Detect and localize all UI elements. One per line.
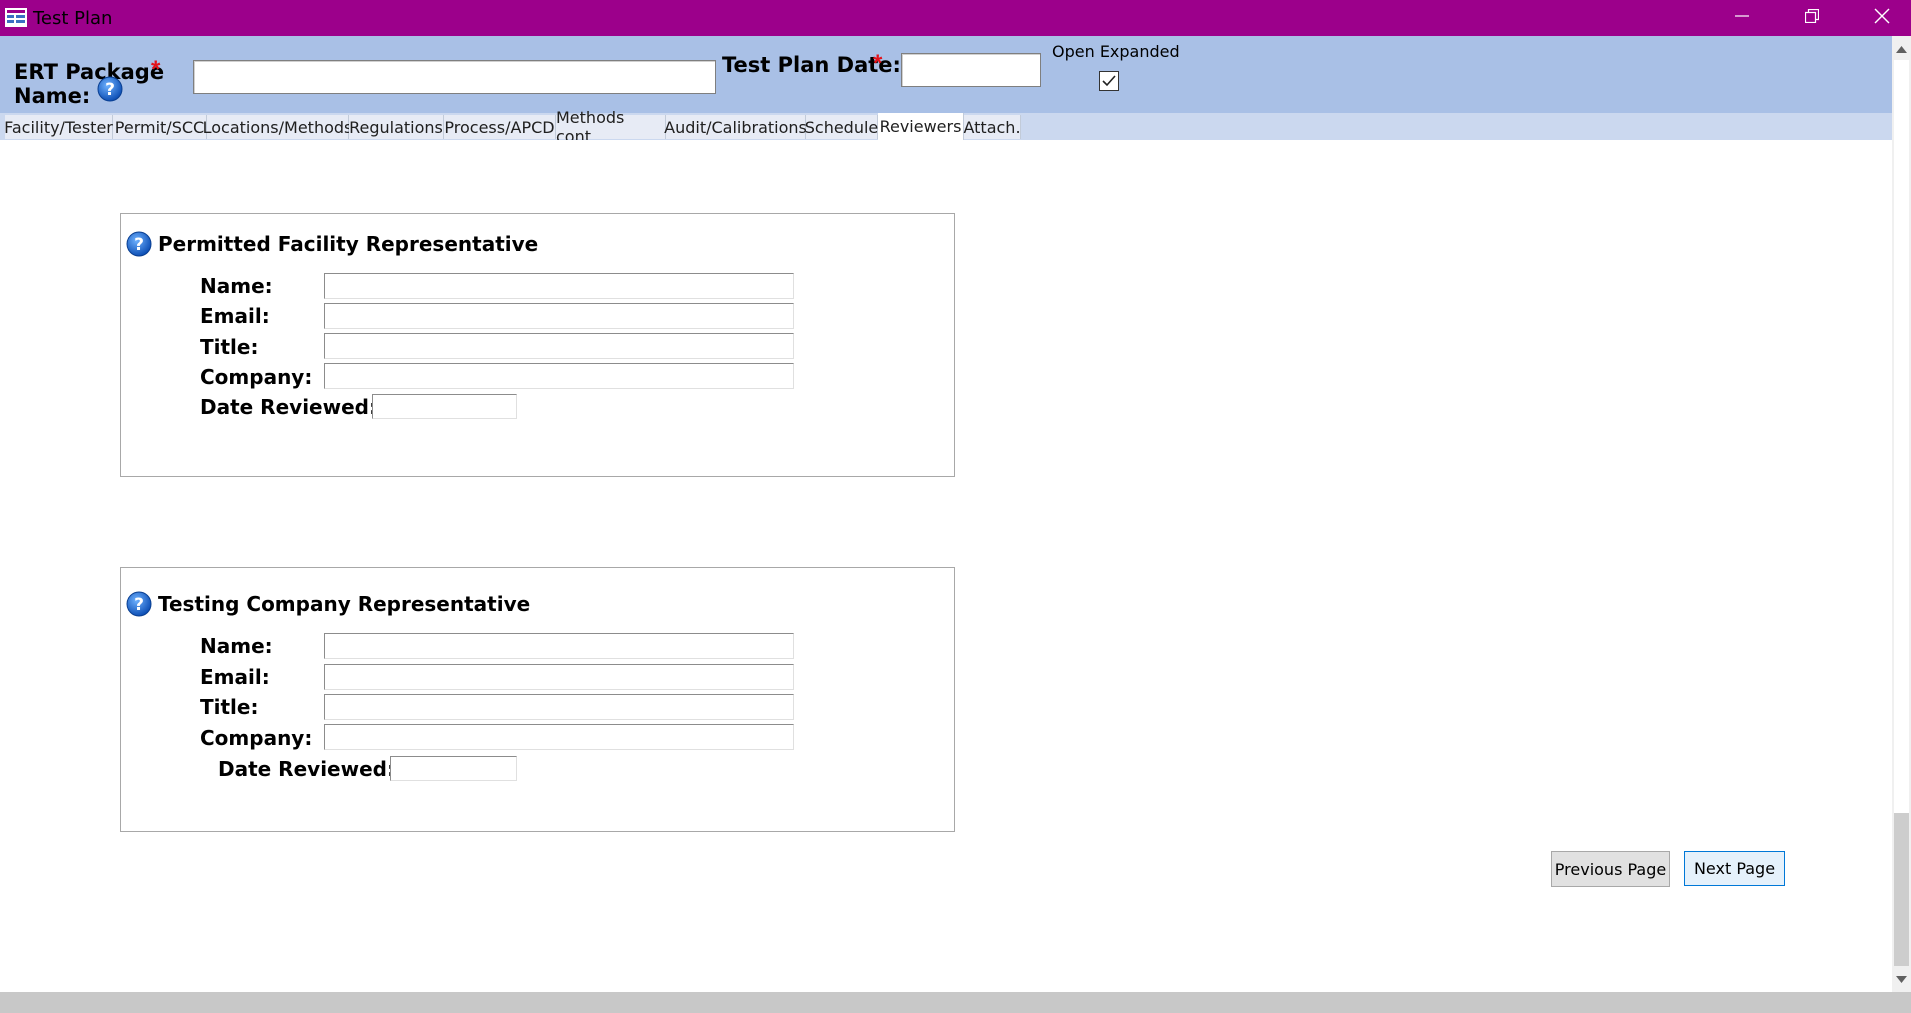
tab-attach[interactable]: Attach. — [963, 115, 1021, 139]
facility-name-input[interactable] — [324, 273, 794, 299]
open-expanded-checkbox[interactable] — [1099, 71, 1119, 91]
svg-text:?: ? — [134, 235, 144, 255]
tab-locations-methods[interactable]: Locations/Methods — [203, 115, 352, 139]
svg-text:?: ? — [134, 595, 144, 615]
restore-icon — [1804, 8, 1820, 28]
testing-email-label: Email: — [200, 665, 270, 689]
facility-company-input[interactable] — [324, 363, 794, 389]
facility-email-input[interactable] — [324, 303, 794, 329]
scrollbar-track[interactable] — [1894, 60, 1909, 813]
open-expanded-label: Open Expanded — [1052, 42, 1180, 61]
tab-regulations[interactable]: Regulations — [349, 115, 444, 139]
form-icon — [5, 8, 27, 27]
tab-methods-cont[interactable]: Methods cont. — [556, 108, 666, 146]
facility-title-input[interactable] — [324, 333, 794, 359]
package-name-label-line1: ERT Package — [14, 60, 165, 84]
tab-schedule[interactable]: Schedule — [805, 115, 878, 139]
package-name-label-line2: Name: — [14, 84, 91, 108]
package-required-mark: * — [151, 56, 161, 83]
next-page-button[interactable]: Next Page — [1684, 851, 1785, 886]
facility-rep-title: Permitted Facility Representative — [158, 232, 539, 256]
minimize-icon — [1735, 9, 1749, 28]
scroll-up-arrow-icon[interactable] — [1894, 40, 1909, 58]
tab-facility-tester[interactable]: Facility/Tester — [4, 115, 113, 139]
previous-page-button[interactable]: Previous Page — [1551, 851, 1670, 887]
close-button[interactable] — [1847, 0, 1911, 36]
facility-date-reviewed-input[interactable] — [372, 394, 517, 419]
title-bar — [0, 0, 1911, 36]
facility-name-label: Name: — [200, 274, 273, 298]
scroll-down-arrow-icon[interactable] — [1894, 970, 1909, 988]
scrollbar-thumb[interactable] — [1894, 813, 1909, 966]
svg-text:?: ? — [105, 80, 115, 100]
facility-date-reviewed-label: Date Reviewed: — [200, 395, 377, 419]
package-name-input[interactable] — [193, 60, 716, 94]
tab-permit-scc[interactable]: Permit/SCC — [113, 115, 207, 139]
testing-name-input[interactable] — [324, 633, 794, 659]
status-bar — [0, 992, 1911, 1013]
tab-reviewers[interactable]: Reviewers — [878, 113, 964, 140]
window-title: Test Plan — [33, 8, 113, 29]
test-plan-date-input[interactable] — [901, 53, 1041, 87]
testing-company-input[interactable] — [324, 724, 794, 750]
testing-date-reviewed-label: Date Reviewed: — [218, 757, 395, 781]
facility-company-label: Company: — [200, 365, 313, 389]
facility-email-label: Email: — [200, 304, 270, 328]
facility-title-label: Title: — [200, 335, 259, 359]
testing-title-label: Title: — [200, 695, 259, 719]
date-required-mark: * — [873, 50, 883, 77]
minimize-button[interactable] — [1707, 0, 1777, 36]
testing-title-input[interactable] — [324, 694, 794, 720]
testing-company-label: Company: — [200, 726, 313, 750]
testing-rep-title: Testing Company Representative — [158, 592, 531, 616]
testing-email-input[interactable] — [324, 664, 794, 690]
restore-button[interactable] — [1777, 0, 1847, 36]
tab-audit-calibrations[interactable]: Audit/Calibrations — [664, 115, 807, 139]
help-icon[interactable]: ? — [126, 231, 152, 257]
help-icon[interactable]: ? — [97, 76, 123, 102]
help-icon[interactable]: ? — [126, 591, 152, 617]
testing-name-label: Name: — [200, 634, 273, 658]
tab-process-apcd[interactable]: Process/APCD — [444, 115, 556, 139]
testing-date-reviewed-input[interactable] — [390, 756, 517, 781]
close-icon — [1874, 8, 1890, 29]
